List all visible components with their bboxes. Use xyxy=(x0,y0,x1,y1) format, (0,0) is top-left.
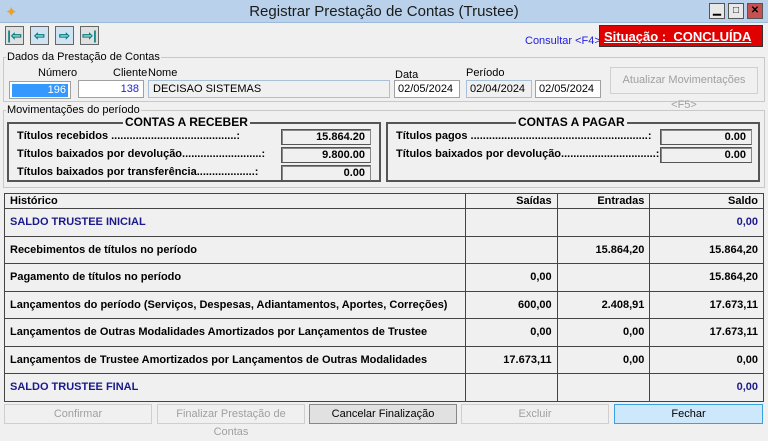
table-header: Histórico Saídas Entradas Saldo xyxy=(4,193,764,209)
contas-pagar-box: CONTAS A PAGAR Títulos pagos ...........… xyxy=(386,115,760,182)
status-value: CONCLUÍDA xyxy=(673,29,752,44)
historico-cell: SALDO TRUSTEE INICIAL xyxy=(4,208,466,237)
table-row[interactable]: SALDO TRUSTEE INICIAL 0,00 xyxy=(4,208,764,237)
periodo-fim-field[interactable]: 02/05/2024 xyxy=(535,80,601,98)
contas-pagar-title: CONTAS A PAGAR xyxy=(516,115,627,129)
maximize-button[interactable]: □ xyxy=(728,3,744,19)
col-historico: Histórico xyxy=(4,193,466,209)
saidas-cell xyxy=(464,235,558,264)
pagar-devolucao-value: 0.00 xyxy=(660,147,752,163)
entradas-cell xyxy=(556,263,651,292)
col-saldo: Saldo xyxy=(649,193,764,209)
next-record-button[interactable]: ⇨ xyxy=(55,26,74,45)
entradas-cell: 2.408,91 xyxy=(556,290,651,319)
table-row[interactable]: Lançamentos de Trustee Amortizados por L… xyxy=(4,345,764,374)
saldo-cell: 0,00 xyxy=(649,208,764,237)
saidas-cell: 0,00 xyxy=(464,263,558,292)
historico-cell: Lançamentos de Outras Modalidades Amorti… xyxy=(4,318,466,347)
numero-field[interactable]: 196 xyxy=(9,81,71,99)
dados-group-label: Dados da Prestação de Contas xyxy=(6,51,161,63)
table-row[interactable]: Lançamentos do período (Serviços, Despes… xyxy=(4,290,764,319)
finalizar-button[interactable]: Finalizar Prestação de Contas xyxy=(157,404,305,438)
titulos-recebidos-label: Títulos recebidos ......................… xyxy=(17,130,241,142)
movimentacoes-group-label: Movimentações do período xyxy=(6,104,141,116)
last-record-button[interactable]: ⇨| xyxy=(80,26,99,45)
saidas-cell: 17.673,11 xyxy=(464,345,558,374)
col-saidas: Saídas xyxy=(464,193,558,209)
saidas-cell: 0,00 xyxy=(464,318,558,347)
confirmar-button[interactable]: Confirmar xyxy=(4,404,152,424)
titulos-recebidos-value: 15.864.20 xyxy=(281,129,371,145)
cancelar-finalizacao-button[interactable]: Cancelar Finalização xyxy=(309,404,457,424)
table-row[interactable]: Recebimentos de títulos no período 15.864… xyxy=(4,235,764,264)
atualizar-button[interactable]: Atualizar Movimentações <F5> xyxy=(610,67,758,111)
table-row[interactable]: Lançamentos de Outras Modalidades Amorti… xyxy=(4,318,764,347)
close-button[interactable]: ✕ xyxy=(747,3,763,19)
pagar-devolucao-label: Títulos baixados por devolução..........… xyxy=(396,148,660,160)
saldo-cell: 17.673,11 xyxy=(649,318,764,347)
numero-label: Número xyxy=(38,67,78,79)
contas-receber-title: CONTAS A RECEBER xyxy=(123,115,250,129)
nome-field[interactable]: DECISAO SISTEMAS xyxy=(148,80,390,98)
entradas-cell: 0,00 xyxy=(556,345,651,374)
contas-receber-box: CONTAS A RECEBER Títulos recebidos .....… xyxy=(7,115,381,182)
historico-cell: SALDO TRUSTEE FINAL xyxy=(4,373,466,402)
periodo-label: Período xyxy=(466,67,505,79)
numero-value: 196 xyxy=(12,84,68,97)
historico-cell: Lançamentos de Trustee Amortizados por L… xyxy=(4,345,466,374)
saldo-cell: 15.864,20 xyxy=(649,263,764,292)
titulos-devolucao-label: Títulos baixados por devolução..........… xyxy=(17,148,266,160)
historico-cell: Pagamento de títulos no período xyxy=(4,263,466,292)
status-label: Situação : xyxy=(604,29,667,44)
entradas-cell xyxy=(556,208,651,237)
first-record-button[interactable]: |⇦ xyxy=(5,26,24,45)
excluir-button[interactable]: Excluir xyxy=(461,404,609,424)
saldo-cell: 0,00 xyxy=(649,373,764,402)
saidas-cell xyxy=(464,208,558,237)
titulos-transferencia-value: 0.00 xyxy=(281,165,371,181)
window-title: Registrar Prestação de Contas (Trustee) xyxy=(249,3,519,20)
cliente-field[interactable]: 138 xyxy=(78,80,144,98)
periodo-inicio-field[interactable]: 02/04/2024 xyxy=(466,80,532,98)
status-badge: Situação : CONCLUÍDA xyxy=(599,25,763,47)
titulos-pagos-value: 0.00 xyxy=(660,129,752,145)
entradas-cell: 0,00 xyxy=(556,318,651,347)
table-row[interactable]: SALDO TRUSTEE FINAL 0,00 xyxy=(4,373,764,402)
minimize-button[interactable]: ▁ xyxy=(709,3,725,19)
saldo-cell: 0,00 xyxy=(649,345,764,374)
col-entradas: Entradas xyxy=(556,193,651,209)
consultar-link[interactable]: Consultar <F4> xyxy=(525,35,601,47)
fechar-button[interactable]: Fechar xyxy=(614,404,763,424)
cliente-label: Cliente xyxy=(113,67,148,79)
titulos-transferencia-label: Títulos baixados por transferência......… xyxy=(17,166,259,178)
saidas-cell xyxy=(464,373,558,402)
historico-cell: Lançamentos do período (Serviços, Despes… xyxy=(4,290,466,319)
entradas-cell xyxy=(556,373,651,402)
saidas-cell: 600,00 xyxy=(464,290,558,319)
saldo-cell: 17.673,11 xyxy=(649,290,764,319)
prev-record-button[interactable]: ⇦ xyxy=(30,26,49,45)
table-row[interactable]: Pagamento de títulos no período 0,00 15.86… xyxy=(4,263,764,292)
nome-label: Nome xyxy=(148,67,178,79)
entradas-cell: 15.864,20 xyxy=(556,235,651,264)
historico-table: Histórico Saídas Entradas Saldo SALDO TR… xyxy=(4,193,764,402)
data-field[interactable]: 02/05/2024 xyxy=(394,80,460,98)
titulos-devolucao-value: 9.800.00 xyxy=(281,147,371,163)
saldo-cell: 15.864,20 xyxy=(649,235,764,264)
historico-cell: Recebimentos de títulos no período xyxy=(4,235,466,264)
titulos-pagos-label: Títulos pagos ..........................… xyxy=(396,130,652,142)
